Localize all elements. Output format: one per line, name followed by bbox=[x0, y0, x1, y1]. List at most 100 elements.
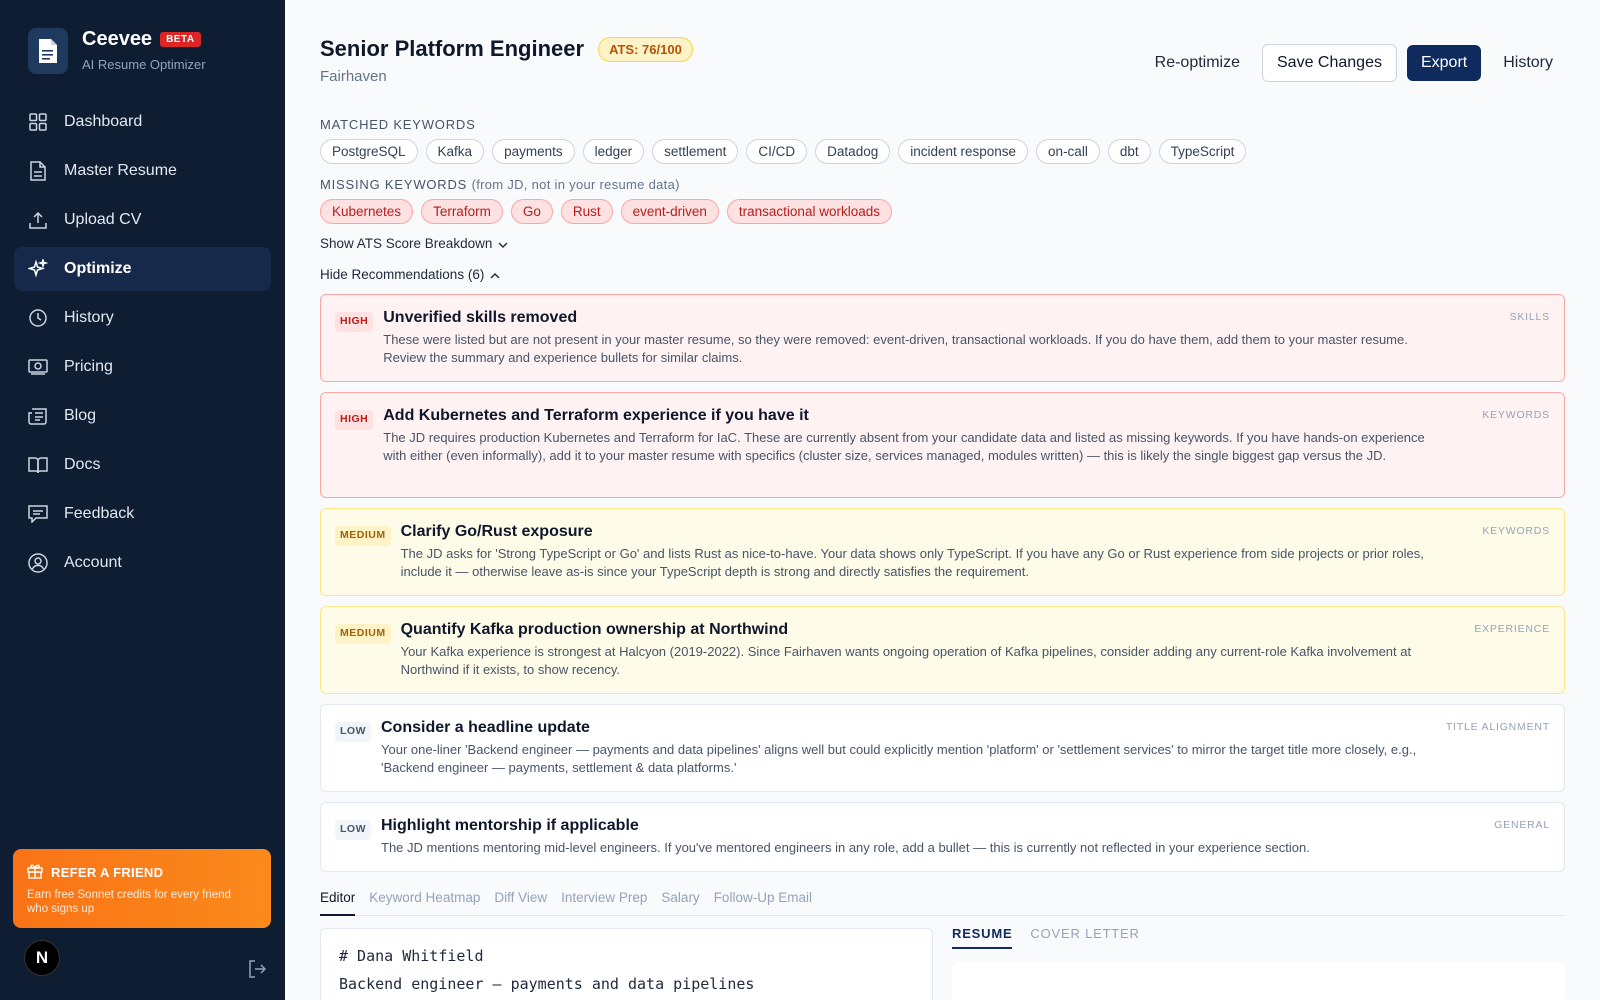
missing-keywords-label: MISSING KEYWORDS (from JD, not in your r… bbox=[320, 177, 680, 192]
recommendation-category: KEYWORDS bbox=[1482, 525, 1550, 537]
recommendation-text: Your one-liner 'Backend engineer — payme… bbox=[381, 742, 1417, 775]
chat-icon bbox=[28, 504, 48, 524]
recommendations-toggle-label: Hide Recommendations (6) bbox=[320, 267, 485, 282]
sidebar-item-label: Docs bbox=[64, 456, 101, 473]
recommendation-category: SKILLS bbox=[1509, 311, 1550, 323]
missing-keyword-chip: Terraform bbox=[421, 199, 503, 224]
page-header: Senior Platform Engineer ATS: 76/100 Fai… bbox=[320, 36, 1565, 96]
ats-breakdown-toggle[interactable]: Show ATS Score Breakdown bbox=[320, 236, 508, 251]
matched-keywords-list: PostgreSQL Kafka payments ledger settlem… bbox=[320, 139, 1247, 164]
keyword-chip: payments bbox=[492, 139, 575, 164]
tab-diff-view[interactable]: Diff View bbox=[494, 884, 547, 916]
sidebar-nav: Dashboard Master Resume Upload CV Optimi… bbox=[14, 100, 271, 590]
sidebar-item-label: Blog bbox=[64, 407, 97, 424]
sidebar-item-label: Master Resume bbox=[64, 162, 177, 179]
brand-subtitle: AI Resume Optimizer bbox=[82, 57, 206, 72]
sidebar-item-pricing[interactable]: Pricing bbox=[14, 345, 271, 389]
tab-cover-letter[interactable]: COVER LETTER bbox=[1030, 926, 1139, 949]
page-title: Senior Platform Engineer bbox=[320, 36, 585, 61]
chevron-down-icon bbox=[498, 236, 508, 251]
refer-a-friend-card[interactable]: REFER A FRIEND Earn free Sonnet credits … bbox=[13, 849, 271, 928]
severity-badge: HIGH bbox=[335, 312, 374, 332]
missing-keywords-title: MISSING KEYWORDS bbox=[320, 177, 468, 192]
severity-badge: MEDIUM bbox=[335, 624, 391, 644]
sidebar-item-account[interactable]: Account bbox=[14, 541, 271, 585]
recommendation-category: KEYWORDS bbox=[1482, 409, 1550, 421]
tab-resume[interactable]: RESUME bbox=[952, 926, 1013, 949]
sidebar-item-feedback[interactable]: Feedback bbox=[14, 492, 271, 536]
severity-badge: MEDIUM bbox=[335, 526, 391, 546]
missing-keyword-chip: transactional workloads bbox=[726, 199, 892, 224]
tab-keyword-heatmap[interactable]: Keyword Heatmap bbox=[369, 884, 480, 916]
recommendation-text: The JD requires production Kubernetes an… bbox=[383, 430, 1425, 463]
sidebar-item-label: History bbox=[64, 309, 114, 326]
recommendation-card: MEDIUM Clarify Go/Rust exposure The JD a… bbox=[320, 508, 1565, 596]
reoptimize-button[interactable]: Re-optimize bbox=[1143, 46, 1252, 80]
recommendation-title: Unverified skills removed bbox=[383, 309, 578, 326]
brand[interactable]: Ceevee BETA AI Resume Optimizer bbox=[28, 28, 206, 74]
refer-text: Earn free Sonnet credits for every frien… bbox=[27, 889, 231, 915]
sidebar-item-docs[interactable]: Docs bbox=[14, 443, 271, 487]
newspaper-icon bbox=[28, 406, 48, 426]
save-changes-button[interactable]: Save Changes bbox=[1262, 44, 1397, 82]
sidebar-item-label: Upload CV bbox=[64, 211, 142, 228]
missing-keywords-note: (from JD, not in your resume data) bbox=[471, 177, 680, 192]
sidebar-item-upload-cv[interactable]: Upload CV bbox=[14, 198, 271, 242]
logout-icon[interactable] bbox=[248, 960, 267, 983]
main-content: Senior Platform Engineer ATS: 76/100 Fai… bbox=[320, 0, 1565, 1000]
tab-salary[interactable]: Salary bbox=[661, 884, 699, 916]
editor-line: Backend engineer — payments and data pip… bbox=[339, 975, 755, 993]
recommendation-card: LOW Highlight mentorship if applicable T… bbox=[320, 802, 1565, 872]
sidebar-item-label: Dashboard bbox=[64, 113, 143, 130]
beta-badge: BETA bbox=[160, 32, 201, 47]
editor-line: # Dana Whitfield bbox=[339, 947, 484, 965]
export-button[interactable]: Export bbox=[1406, 45, 1482, 81]
keyword-chip: on-call bbox=[1036, 139, 1100, 164]
missing-keyword-chip: Go bbox=[510, 199, 553, 224]
history-button[interactable]: History bbox=[1491, 46, 1565, 80]
tab-editor[interactable]: Editor bbox=[320, 884, 356, 916]
severity-badge: LOW bbox=[335, 820, 371, 840]
keyword-chip: dbt bbox=[1107, 139, 1151, 164]
tab-follow-up-email[interactable]: Follow-Up Email bbox=[714, 884, 812, 916]
recommendation-category: EXPERIENCE bbox=[1474, 623, 1550, 635]
recommendations-toggle[interactable]: Hide Recommendations (6) bbox=[320, 267, 500, 282]
document-icon bbox=[28, 161, 48, 181]
keyword-chip: incident response bbox=[898, 139, 1029, 164]
sidebar-item-dashboard[interactable]: Dashboard bbox=[14, 100, 271, 144]
severity-badge: LOW bbox=[335, 722, 371, 742]
avatar[interactable]: N bbox=[24, 940, 60, 976]
gift-icon bbox=[27, 863, 43, 882]
recommendation-category: TITLE ALIGNMENT bbox=[1445, 721, 1550, 733]
recommendation-title: Add Kubernetes and Terraform experience … bbox=[383, 407, 809, 424]
sidebar-item-label: Feedback bbox=[64, 505, 135, 522]
missing-keyword-chip: Kubernetes bbox=[320, 199, 414, 224]
grid-icon bbox=[28, 112, 48, 132]
editor-tabs: Editor Keyword Heatmap Diff View Intervi… bbox=[320, 884, 1565, 916]
book-icon bbox=[28, 455, 48, 475]
recommendation-title: Quantify Kafka production ownership at N… bbox=[400, 621, 789, 638]
recommendation-text: Your Kafka experience is strongest at Ha… bbox=[400, 644, 1412, 677]
sidebar-item-master-resume[interactable]: Master Resume bbox=[14, 149, 271, 193]
recommendation-text: The JD asks for 'Strong TypeScript or Go… bbox=[400, 546, 1424, 579]
sidebar-item-blog[interactable]: Blog bbox=[14, 394, 271, 438]
matched-keywords-label: MATCHED KEYWORDS bbox=[320, 117, 476, 132]
recommendation-category: GENERAL bbox=[1494, 819, 1550, 831]
resume-preview bbox=[952, 962, 1565, 1000]
sparkles-icon bbox=[28, 259, 48, 279]
recommendation-card: LOW Consider a headline update Your one-… bbox=[320, 704, 1565, 792]
markdown-editor[interactable]: # Dana Whitfield Backend engineer — paym… bbox=[320, 928, 933, 1000]
sidebar-item-label: Pricing bbox=[64, 358, 113, 375]
tab-interview-prep[interactable]: Interview Prep bbox=[561, 884, 647, 916]
sidebar-item-history[interactable]: History bbox=[14, 296, 271, 340]
keyword-chip: CI/CD bbox=[746, 139, 808, 164]
recommendation-title: Highlight mentorship if applicable bbox=[381, 817, 639, 834]
sidebar-item-optimize[interactable]: Optimize bbox=[14, 247, 271, 291]
severity-badge: HIGH bbox=[335, 410, 374, 430]
ats-breakdown-label: Show ATS Score Breakdown bbox=[320, 236, 493, 251]
recommendation-text: These were listed but are not present in… bbox=[383, 332, 1408, 365]
ats-score-badge: ATS: 76/100 bbox=[598, 36, 693, 62]
keyword-chip: Datadog bbox=[815, 139, 891, 164]
missing-keyword-chip: Rust bbox=[560, 199, 613, 224]
recommendation-text: The JD mentions mentoring mid-level engi… bbox=[381, 840, 1310, 855]
